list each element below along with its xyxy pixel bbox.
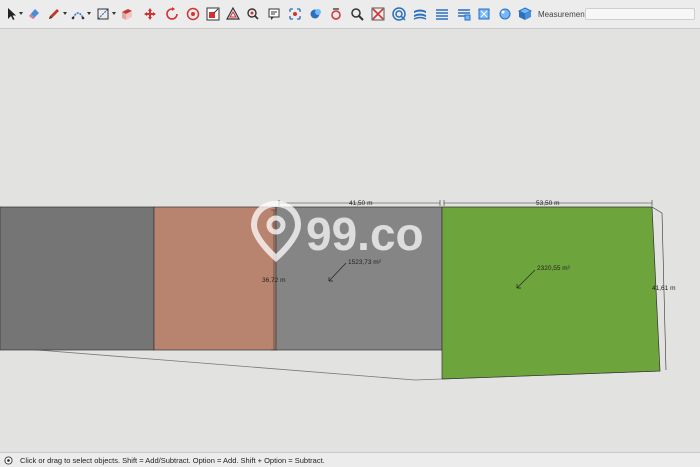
scale-tool-button[interactable] xyxy=(184,5,202,23)
scale-tool-button-2[interactable] xyxy=(204,5,222,23)
push-pull-icon xyxy=(122,9,132,20)
status-circle-icon[interactable] xyxy=(4,456,13,465)
select-tool-button[interactable] xyxy=(2,5,20,23)
styles-icon xyxy=(436,9,448,20)
rotate-tool-button[interactable] xyxy=(163,5,181,23)
measurements-label: Measurements xyxy=(538,10,591,19)
dimension-label-right-height: 41,61 m xyxy=(652,285,676,292)
arc-icon xyxy=(71,12,85,20)
toolbar: Measurements xyxy=(0,0,700,29)
text-tool-button[interactable] xyxy=(265,5,283,23)
scale-box-icon xyxy=(206,7,220,21)
line-tool-button[interactable] xyxy=(45,5,63,23)
parcel-dark-gray xyxy=(0,206,155,351)
materials-icon xyxy=(478,8,490,20)
text-icon xyxy=(268,8,280,20)
cube-icon xyxy=(517,7,533,20)
materials-swatch-icon xyxy=(499,8,511,20)
materials-tool-button-2[interactable] xyxy=(496,5,514,23)
paint-bucket-icon xyxy=(247,8,259,20)
materials-tool-button[interactable] xyxy=(475,5,493,23)
dimension-label-top-right: 53,50 m xyxy=(536,200,560,207)
extension-tool-button[interactable] xyxy=(516,5,534,23)
sandbox-tool-button[interactable] xyxy=(411,5,429,23)
chevron-down-icon[interactable] xyxy=(63,12,67,15)
move-tool-button[interactable] xyxy=(141,5,159,23)
offset-tool-button[interactable] xyxy=(224,5,242,23)
push-pull-tool-button[interactable] xyxy=(118,5,136,23)
status-text: Click or drag to select objects. Shift =… xyxy=(20,456,325,465)
move-arrows-icon xyxy=(144,8,156,20)
zoom-extents-icon xyxy=(371,7,385,21)
components-icon xyxy=(458,9,471,21)
eraser-tool-button[interactable] xyxy=(25,5,43,23)
hand-icon xyxy=(310,9,321,19)
rectangle-icon xyxy=(97,8,109,20)
arc-tool-button[interactable] xyxy=(69,5,87,23)
chevron-down-icon[interactable] xyxy=(19,12,23,15)
position-camera-tool-button[interactable] xyxy=(327,5,345,23)
chevron-down-icon[interactable] xyxy=(112,12,116,15)
scale-icon xyxy=(186,7,200,21)
location-pin-logo-icon: 99.co xyxy=(250,200,424,262)
orbit-icon xyxy=(289,8,301,20)
area-label-green-parcel: 2320,55 m² xyxy=(537,265,571,272)
zoom-tool-button[interactable] xyxy=(348,5,366,23)
pencil-icon xyxy=(49,9,59,19)
status-bar: Click or drag to select objects. Shift =… xyxy=(0,452,700,467)
components-tool-button[interactable] xyxy=(455,5,473,23)
eraser-icon xyxy=(29,9,39,19)
paint-bucket-tool-button[interactable] xyxy=(244,5,262,23)
orbit-tool-button[interactable] xyxy=(286,5,304,23)
rectangle-tool-button[interactable] xyxy=(94,5,112,23)
parcel-green xyxy=(441,206,661,380)
magnifier-icon xyxy=(351,8,364,21)
dimension-label-left-height: 36,72 m xyxy=(262,277,286,284)
styles-tool-button[interactable] xyxy=(433,5,451,23)
camera-icon xyxy=(331,8,341,20)
warehouse-tool-button[interactable] xyxy=(390,5,408,23)
offset-icon xyxy=(225,6,241,20)
arrow-cursor-icon xyxy=(8,8,16,20)
drawing-canvas[interactable]: 41,50 m 53,50 m 36,72 m 41,61 m 1523,73 … xyxy=(0,29,700,452)
watermark-logo: 99.co xyxy=(250,198,450,268)
warehouse-icon xyxy=(392,7,406,21)
chevron-down-icon[interactable] xyxy=(87,12,91,15)
layers-icon xyxy=(413,9,427,20)
pan-tool-button[interactable] xyxy=(307,5,325,23)
svg-text:99.co: 99.co xyxy=(306,208,424,260)
rotate-icon xyxy=(166,7,178,20)
measurements-input[interactable] xyxy=(585,8,695,20)
zoom-extents-tool-button[interactable] xyxy=(369,5,387,23)
